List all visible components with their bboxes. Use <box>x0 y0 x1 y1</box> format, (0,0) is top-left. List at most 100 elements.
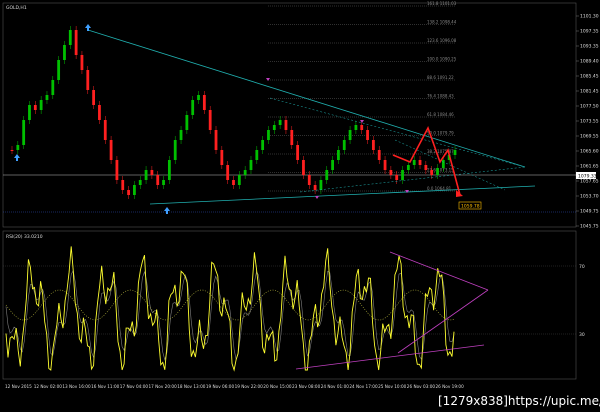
rsi-signal-line <box>5 269 455 361</box>
candle-body <box>10 150 14 151</box>
time-tick-label: 13 Nov 16:00 <box>62 384 91 389</box>
candle-body <box>121 180 125 190</box>
time-tick-label: 20 Nov 15:00 <box>263 384 292 389</box>
symbol-label: GOLD,H1 <box>6 5 27 11</box>
candle-body <box>296 145 300 160</box>
candle-body <box>16 145 20 150</box>
rsi-lower-trendline[interactable] <box>397 289 489 354</box>
price-axis: 1101.30 1097.35 1093.35 1089.40 1085.45 1081.… <box>576 14 599 230</box>
upper-trendline[interactable] <box>87 29 526 168</box>
time-tick-label: 24 Nov 17:00 <box>349 384 378 389</box>
candle-body <box>191 100 195 115</box>
fib-level-label: 76.4 1088.43 <box>427 94 454 99</box>
candle-body <box>57 60 61 80</box>
candle-body <box>366 130 369 140</box>
price-tick-label: 1069.55 <box>580 134 599 140</box>
projection-trendline[interactable] <box>394 139 506 191</box>
price-tick-label: 1089.40 <box>580 59 599 65</box>
time-tick-label: 18 Nov 13:00 <box>177 384 206 389</box>
rsi-support-line[interactable] <box>295 344 485 370</box>
price-tick-label: 1093.35 <box>580 44 599 50</box>
time-tick-label: 19 Nov 06:00 <box>206 384 235 389</box>
candle-body <box>63 45 66 60</box>
fib-level-label: 61.8 1084.46 <box>427 112 454 117</box>
candle-body <box>354 125 358 130</box>
candle-body <box>92 90 96 105</box>
time-tick-label: 17 Nov 04:00 <box>120 384 149 389</box>
down-arrow-icon <box>405 190 409 193</box>
fib-level-label: 38.2 1075.87 <box>427 149 454 154</box>
price-tick-label: 1061.65 <box>580 164 599 170</box>
candle-body <box>272 125 276 130</box>
candle-body <box>220 150 224 165</box>
price-tick-label: 1053.70 <box>580 194 599 200</box>
time-tick-label: 26 Nov 03:00 <box>407 384 436 389</box>
candlesticks <box>10 26 457 199</box>
price-tick-label: 1077.50 <box>580 104 599 110</box>
fib-level-label: 161.8 1101.03 <box>427 1 457 6</box>
lower-trendline[interactable] <box>149 185 536 205</box>
price-chart[interactable]: 161.8 1101.03 138.2 1098.44 123.6 1096.08 1… <box>0 0 600 412</box>
candle-body <box>395 175 399 180</box>
candle-body <box>424 165 428 170</box>
candle-body <box>406 165 410 170</box>
candle-body <box>249 160 253 170</box>
candle-body <box>144 170 148 180</box>
fibonacci-labels: 161.8 1101.03 138.2 1098.44 123.6 1096.08 1… <box>427 1 457 191</box>
time-tick-label: 16 Nov 11:00 <box>91 384 120 389</box>
fib-level-label: 100.0 1090.25 <box>427 57 457 62</box>
time-tick-label: 17 Nov 20:00 <box>149 384 178 389</box>
candle-body <box>109 140 113 160</box>
price-tick-label: 1065.60 <box>580 149 599 155</box>
fibonacci-levels <box>268 5 455 192</box>
candle-body <box>226 165 230 180</box>
candle-body <box>401 170 404 180</box>
price-tick-label: 1081.45 <box>580 89 599 95</box>
fib-level-label: 123.6 1096.08 <box>427 38 457 43</box>
candle-body <box>261 140 265 150</box>
candle-body <box>243 170 247 175</box>
candle-body <box>98 105 101 120</box>
candle-body <box>255 150 259 160</box>
rsi-ma-line <box>5 289 455 321</box>
candle-body <box>74 30 78 55</box>
up-arrow-icon <box>85 24 91 31</box>
down-arrow-icon <box>266 78 270 81</box>
candle-body <box>115 160 119 180</box>
time-tick-label: 26 Nov 19:00 <box>436 384 465 389</box>
candle-body <box>138 180 142 185</box>
target-price-value: 1059.78 <box>461 204 480 210</box>
candle-body <box>167 160 171 180</box>
candle-body <box>28 105 31 120</box>
rsi-pane-border <box>2 230 577 380</box>
candle-body <box>377 150 381 160</box>
candle-body <box>173 140 177 160</box>
candle-body <box>267 130 270 140</box>
up-arrow-icon <box>14 154 20 161</box>
candle-body <box>290 130 294 145</box>
candle-body <box>389 170 393 175</box>
candle-body <box>325 170 329 180</box>
candle-body <box>80 55 84 70</box>
time-tick-label: 24 Nov 01:00 <box>321 384 350 389</box>
time-tick-label: 19 Nov 22:00 <box>235 384 264 389</box>
candle-body <box>22 120 26 145</box>
time-tick-label: 12 Nov 02:00 <box>34 384 63 389</box>
candle-body <box>430 170 434 175</box>
candle-body <box>162 180 165 185</box>
time-axis: 12 Nov 2015 12 Nov 02:00 13 Nov 16:00 16 No… <box>5 384 464 389</box>
candle-body <box>45 95 49 100</box>
candle-body <box>208 110 212 130</box>
candle-body <box>232 180 235 185</box>
price-tick-label: 1073.55 <box>580 119 599 125</box>
up-arrow-icon <box>164 207 170 214</box>
candle-body <box>441 160 445 168</box>
candle-body <box>68 30 72 45</box>
candle-body <box>150 170 154 175</box>
candle-body <box>371 140 375 150</box>
candle-body <box>307 175 311 185</box>
candle-body <box>412 160 416 165</box>
candle-body <box>319 180 323 190</box>
candle-body <box>33 105 37 110</box>
price-tick-label: 1101.30 <box>580 14 599 20</box>
